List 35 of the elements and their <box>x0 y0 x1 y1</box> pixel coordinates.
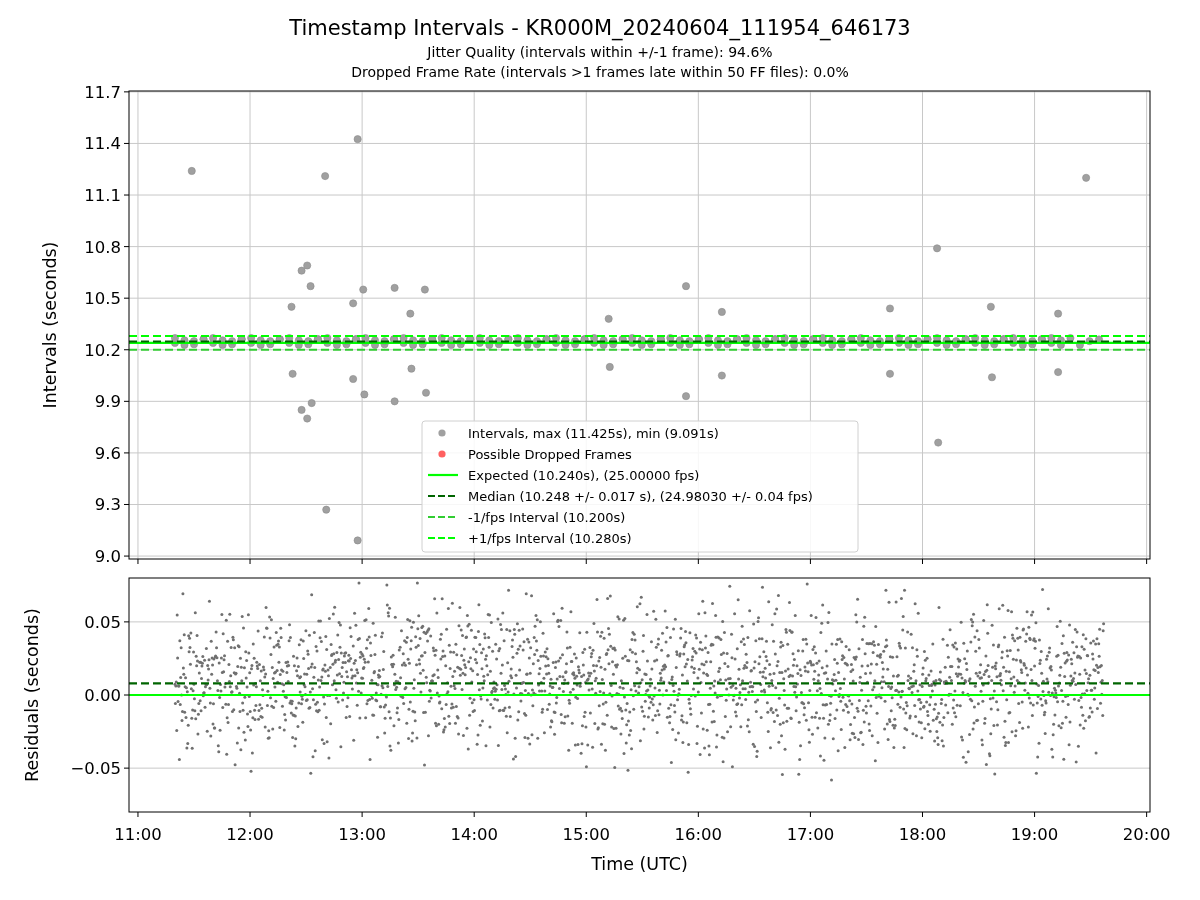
legend-label: Expected (10.240s), (25.00000 fps) <box>468 467 700 483</box>
legend-label: -1/fps Interval (10.200s) <box>468 509 626 525</box>
y-tick-label: 9.9 <box>94 392 121 412</box>
y-tick-label: 11.4 <box>84 134 121 154</box>
x-tick-label: 17:00 <box>786 825 835 844</box>
y-tick-label: −0.05 <box>70 759 121 779</box>
chart-subtitle: Jitter Quality (intervals within +/-1 frame): 94.6% <box>427 43 773 62</box>
y-tick-label: 11.1 <box>84 186 121 205</box>
legend-label: Possible Dropped Frames <box>468 446 632 462</box>
x-tick-label: 13:00 <box>338 825 386 844</box>
y-tick-label: 9.0 <box>94 547 121 567</box>
y-tick-label: 0.00 <box>84 686 121 705</box>
y-tick-label: 10.2 <box>84 340 121 360</box>
x-tick-label: 15:00 <box>562 825 611 844</box>
legend-label: +1/fps Interval (10.280s) <box>468 530 632 546</box>
chart-subtitle: Dropped Frame Rate (intervals >1 frames late within 50 FF files): 0.0% <box>351 63 849 82</box>
x-tick-label: 19:00 <box>1010 825 1059 844</box>
x-tick-label: 14:00 <box>450 825 498 844</box>
y-tick-label: 9.3 <box>94 495 121 515</box>
x-axis-label: Time (UTC) <box>591 854 688 874</box>
x-tick-label: 18:00 <box>898 825 947 844</box>
chart-title: Timestamp Intervals - KR000M_20240604_111954_646173 <box>289 15 911 42</box>
legend-label: Median (10.248 +/- 0.017 s), (24.98030 +/- 0.04 fps) <box>468 488 813 504</box>
y-tick-label: 9.6 <box>94 443 121 463</box>
y-tick-label: 0.05 <box>84 612 121 632</box>
x-tick-label: 12:00 <box>226 825 274 844</box>
y-tick-label: 11.7 <box>84 82 121 102</box>
legend-label: Intervals, max (11.425s), min (9.091s) <box>468 425 719 441</box>
y-tick-label: 10.5 <box>84 289 121 309</box>
x-tick-label: 20:00 <box>1122 825 1171 844</box>
y-tick-label: 10.8 <box>84 237 121 257</box>
y-axis-label: Intervals (seconds) <box>40 241 60 409</box>
x-tick-label: 16:00 <box>674 825 723 844</box>
y-axis-label: Residuals (seconds) <box>22 608 42 782</box>
x-tick-label: 11:00 <box>114 825 162 844</box>
